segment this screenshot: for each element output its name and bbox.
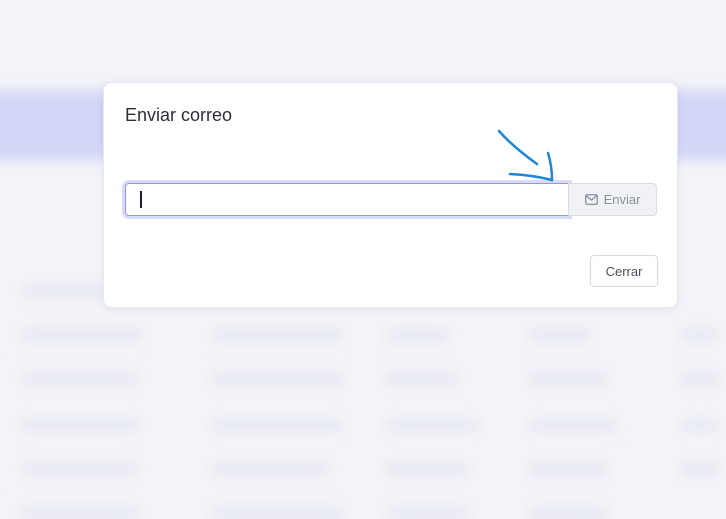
close-button[interactable]: Cerrar — [590, 255, 658, 287]
send-email-dialog: Enviar correo Enviar Cerrar — [103, 82, 678, 308]
dialog-title: Enviar correo — [125, 105, 233, 125]
send-button-label: Enviar — [603, 192, 641, 207]
background-row — [0, 314, 726, 358]
background-row — [0, 492, 726, 519]
text-cursor — [140, 191, 142, 208]
background-row — [0, 404, 726, 448]
background-row — [0, 358, 726, 402]
background-row — [0, 448, 726, 492]
envelope-icon — [584, 194, 598, 205]
send-button[interactable]: Enviar — [568, 183, 657, 216]
email-input[interactable] — [125, 183, 569, 216]
